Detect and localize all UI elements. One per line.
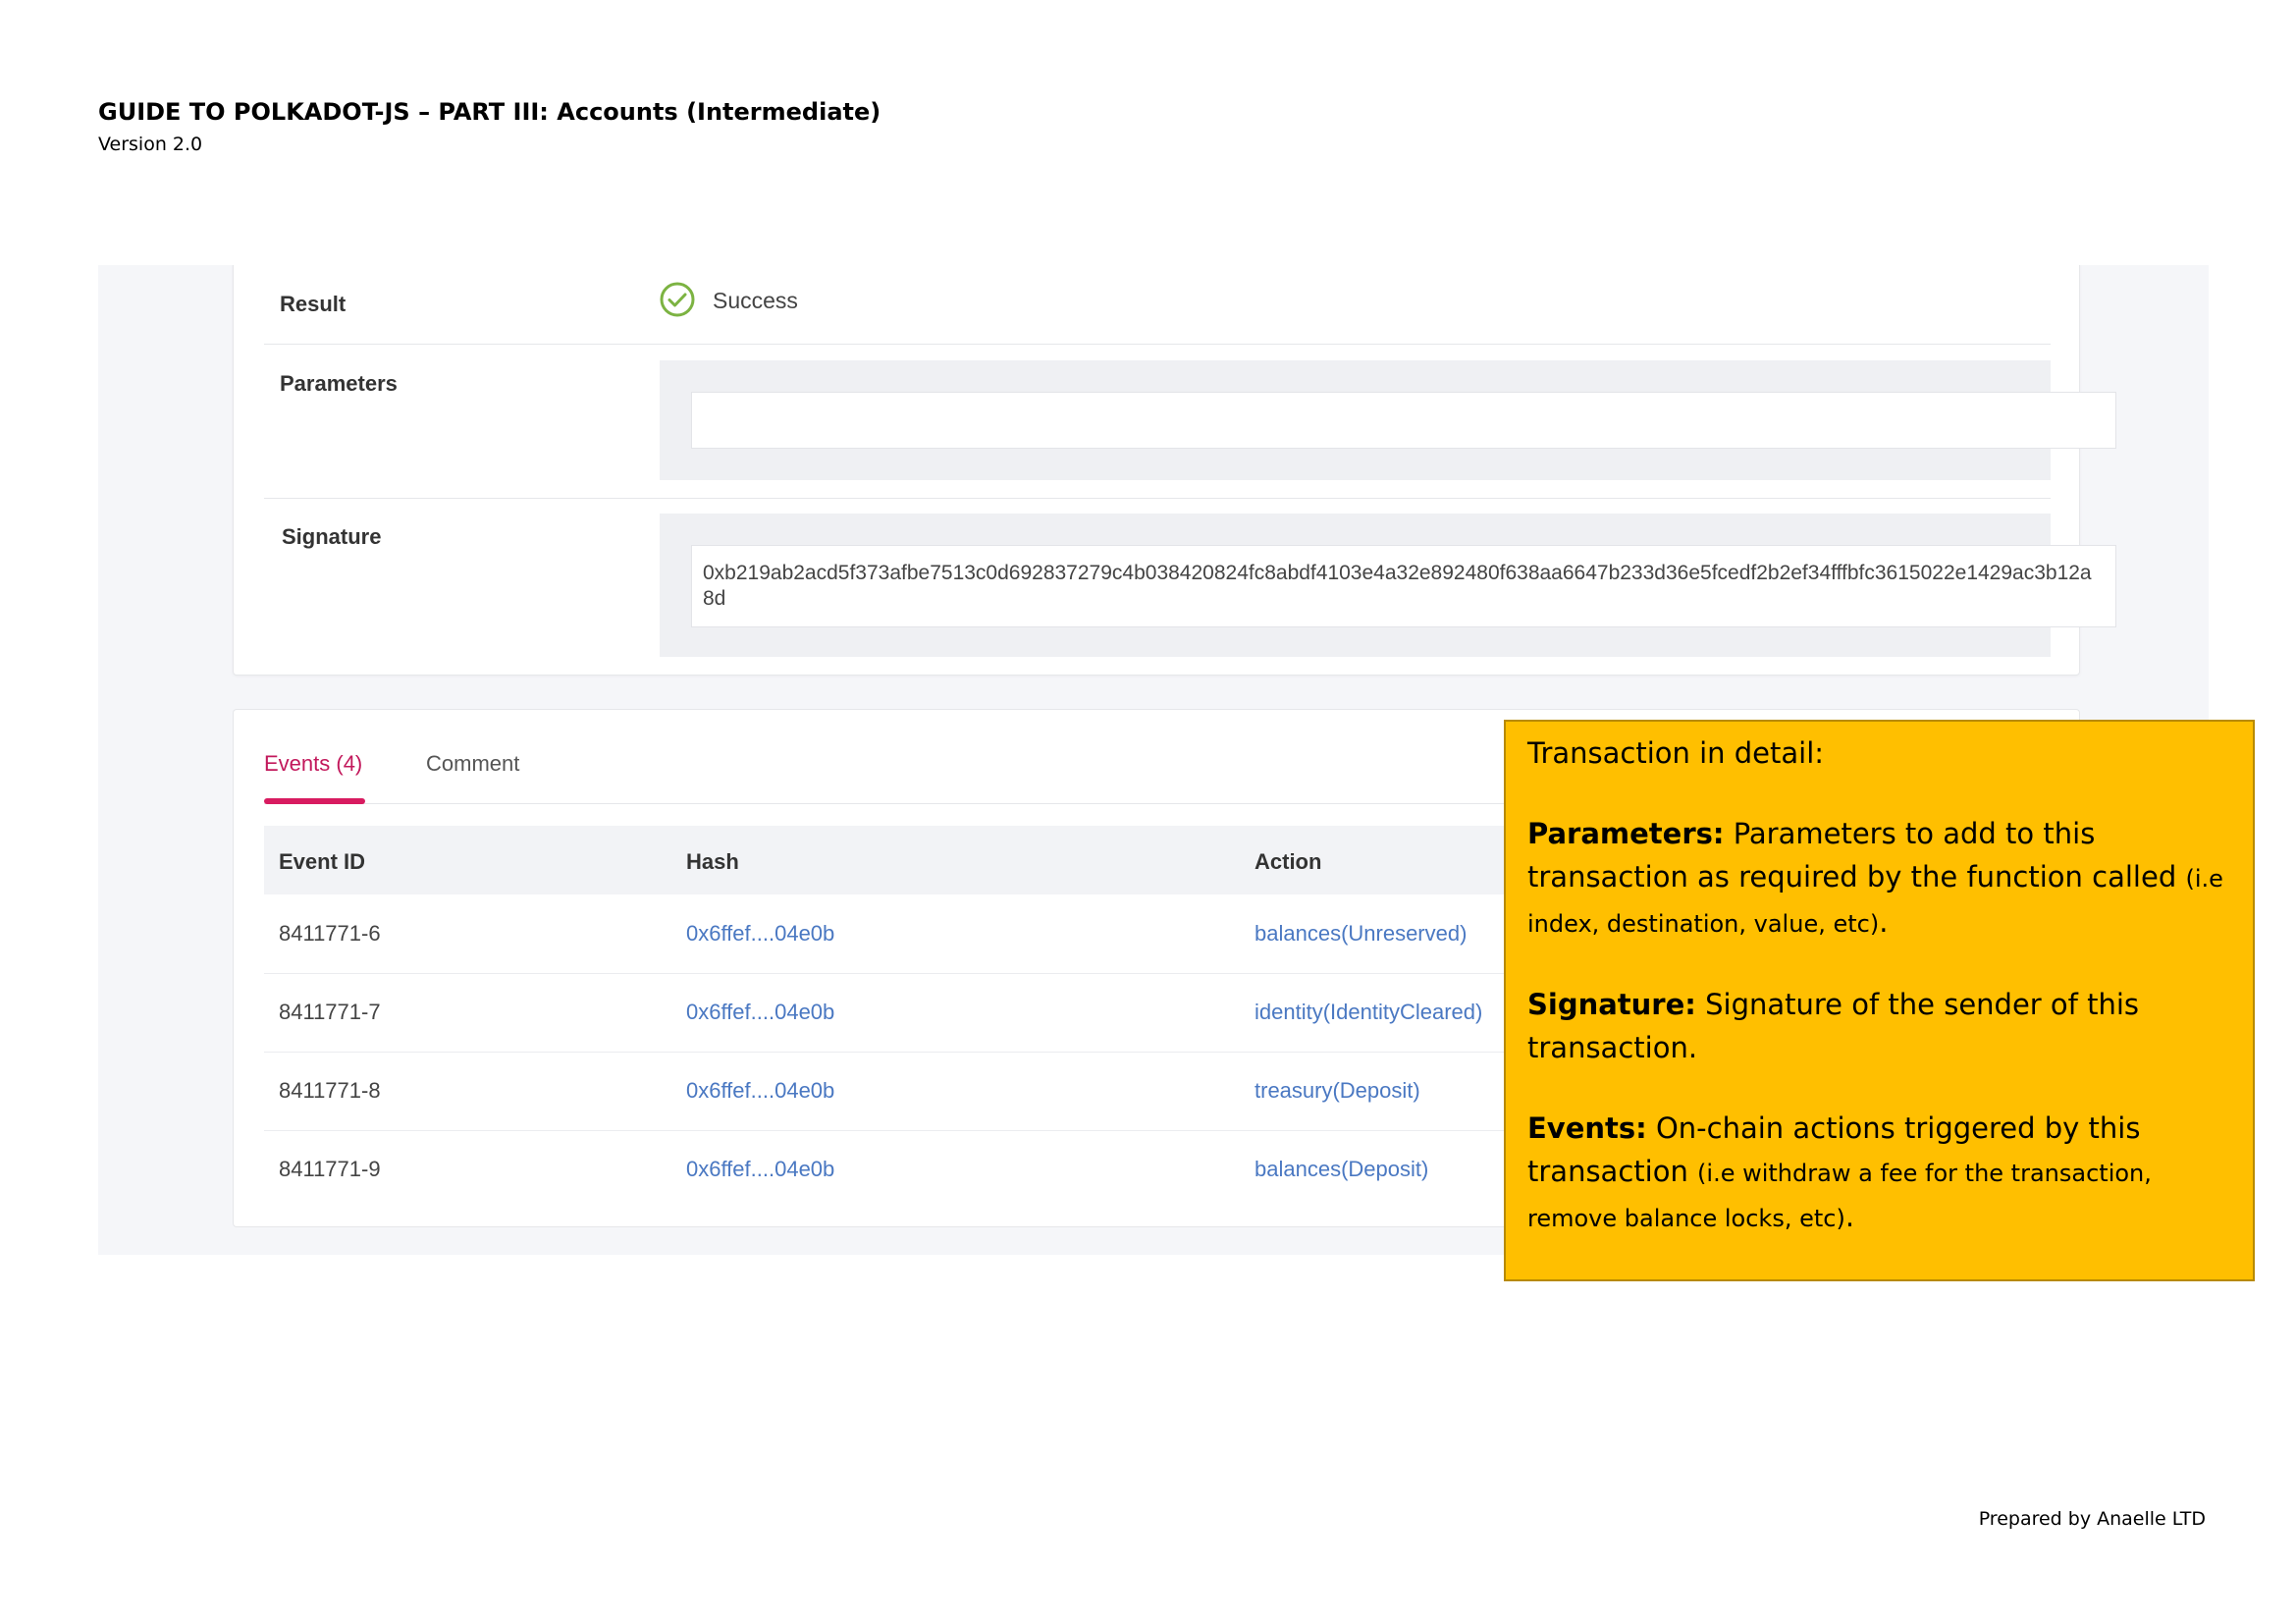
parameters-box [660,360,2116,480]
document-footer: Prepared by Anaelle LTD [1978,1508,2206,1530]
document-title: GUIDE TO POLKADOT-JS – PART III: Account… [98,98,881,126]
note-signature: Signature: Signature of the sender of th… [1527,983,2231,1069]
note-events: Events: On-chain actions triggered by th… [1527,1107,2231,1240]
event-action-link[interactable]: balances(Deposit) [1255,1157,1428,1182]
signature-label: Signature [282,524,382,549]
column-action: Action [1255,849,1322,874]
event-hash-link[interactable]: 0x6ffef....04e0b [686,1000,834,1025]
note-events-term: Events: [1527,1111,1647,1145]
signature-value: 0xb219ab2acd5f373afbe7513c0d692837279c4b… [703,562,2092,610]
event-action-link[interactable]: treasury(Deposit) [1255,1078,1420,1104]
event-hash-link[interactable]: 0x6ffef....04e0b [686,1078,834,1104]
note-parameters: Parameters: Parameters to add to this tr… [1527,812,2231,946]
event-hash-link[interactable]: 0x6ffef....04e0b [686,1157,834,1182]
active-tab-indicator [264,798,365,804]
note-heading-text: Transaction in detail: [1527,736,1825,770]
event-id: 8411771-9 [279,1157,381,1181]
column-event-id: Event ID [279,849,366,874]
note-parameters-end: . [1879,905,1889,939]
event-id: 8411771-7 [279,1000,381,1024]
note-signature-term: Signature: [1527,988,1696,1021]
column-hash: Hash [686,849,739,874]
event-action-link[interactable]: identity(IdentityCleared) [1255,1000,1482,1025]
note-parameters-term: Parameters: [1527,817,1725,850]
parameters-field [691,392,2116,449]
document-version: Version 2.0 [98,134,203,155]
extrinsic-details-card: Result Success Parameters Signature 0xb2… [233,265,2116,676]
note-heading: Transaction in detail: [1527,731,2231,775]
tab-comment[interactable]: Comment [426,751,519,777]
event-action-link[interactable]: balances(Unreserved) [1255,921,1467,947]
event-hash-link[interactable]: 0x6ffef....04e0b [686,921,834,947]
event-id: 8411771-6 [279,921,381,946]
tab-events[interactable]: Events (4) [264,751,362,777]
parameters-label: Parameters [280,371,398,396]
explanation-note: Transaction in detail: Parameters: Param… [1504,720,2255,1281]
check-circle-icon [660,282,695,317]
event-id: 8411771-8 [279,1078,381,1103]
result-label: Result [280,292,347,316]
note-events-end: . [1844,1200,1855,1233]
result-value: Success [713,288,798,313]
